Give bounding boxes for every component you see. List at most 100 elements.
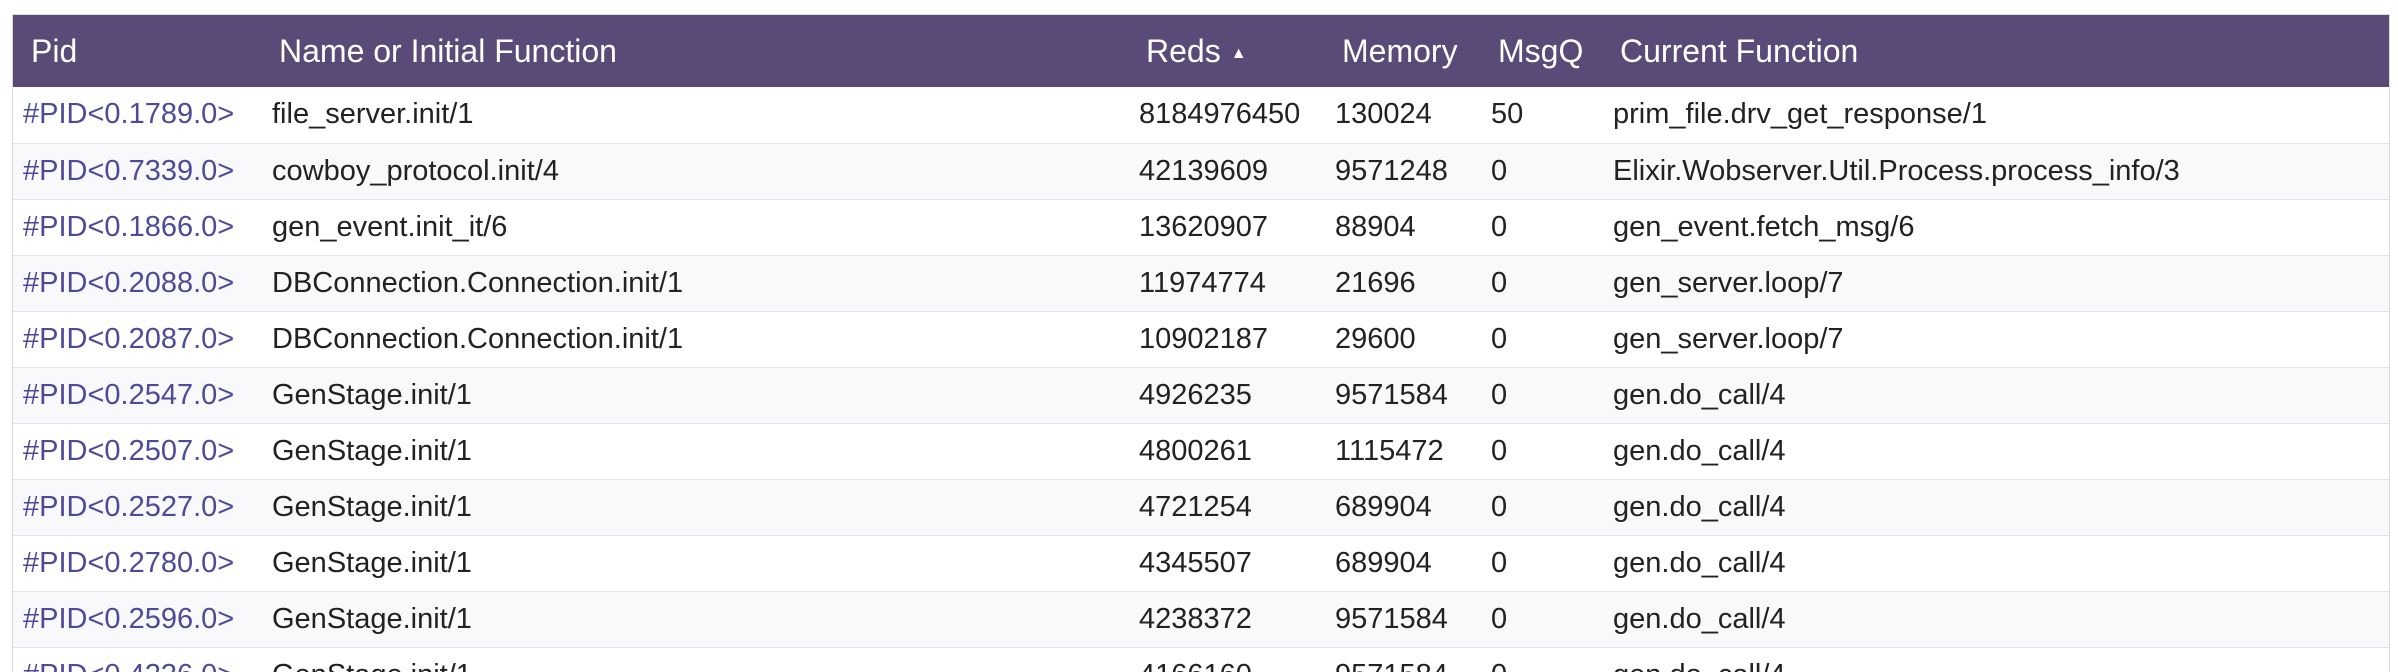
pid-cell: #PID<0.4236.0>	[13, 647, 261, 672]
pid-cell: #PID<0.2780.0>	[13, 535, 261, 591]
msgq-cell: 0	[1491, 602, 1508, 635]
memory-cell: 9571248	[1335, 154, 1448, 187]
name-cell: GenStage.init/1	[272, 490, 472, 523]
name-cell: DBConnection.Connection.init/1	[272, 266, 684, 299]
reds-cell: 4345507	[1139, 546, 1252, 579]
current-function-cell: gen.do_call/4	[1613, 490, 1786, 523]
pid-cell: #PID<0.1789.0>	[13, 87, 261, 143]
column-header-name[interactable]: Name or Initial Function	[261, 15, 1128, 87]
current-function-cell: gen_server.loop/7	[1613, 266, 1844, 299]
current-function-cell: prim_file.drv_get_response/1	[1613, 98, 1987, 131]
pid-cell: #PID<0.2527.0>	[13, 479, 261, 535]
name-cell: DBConnection.Connection.init/1	[272, 322, 684, 355]
name-cell: cowboy_protocol.init/4	[272, 154, 559, 187]
pid-link[interactable]: #PID<0.2527.0>	[23, 491, 234, 523]
current-function-cell: gen.do_call/4	[1602, 647, 2389, 672]
name-cell: GenStage.init/1	[272, 434, 472, 467]
column-header-label: Name or Initial Function	[279, 32, 617, 69]
table-body: #PID<0.1789.0> file_server.init/1 81849764…	[13, 87, 2389, 672]
pid-cell: #PID<0.2547.0>	[13, 367, 261, 423]
pid-cell: #PID<0.2507.0>	[13, 423, 261, 479]
memory-cell: 88904	[1335, 210, 1416, 243]
current-function-cell: gen_server.loop/7	[1613, 322, 1844, 355]
memory-cell: 21696	[1335, 266, 1416, 299]
reds-cell: 10902187	[1139, 322, 1269, 355]
table-row[interactable]: #PID<0.4236.0> GenStage.init/141661609571…	[13, 647, 2389, 672]
table-row[interactable]: #PID<0.2088.0> DBConnection.Connection.in…	[13, 255, 2389, 311]
pid-link[interactable]: #PID<0.2507.0>	[23, 435, 234, 467]
msgq-cell: 0	[1491, 490, 1508, 523]
msgq-cell: 0	[1491, 546, 1508, 579]
pid-cell: #PID<0.2596.0>	[13, 591, 261, 647]
msgq-cell: 0	[1491, 378, 1508, 411]
column-header-label: MsgQ	[1498, 32, 1584, 69]
table-row[interactable]: #PID<0.2596.0> GenStage.init/1 4238372 9571…	[13, 591, 2389, 647]
pid-link[interactable]: #PID<0.2087.0>	[23, 323, 234, 355]
name-cell: gen_event.init_it/6	[272, 210, 508, 243]
msgq-cell: 0	[1491, 434, 1508, 467]
column-header-msgq[interactable]: MsgQ	[1480, 15, 1602, 87]
table-row[interactable]: #PID<0.1866.0> gen_event.init_it/6 1362090…	[13, 199, 2389, 255]
pid-cell: #PID<0.2088.0>	[13, 255, 261, 311]
pid-link[interactable]: #PID<0.4236.0>	[23, 659, 234, 672]
pid-cell: #PID<0.1866.0>	[13, 199, 261, 255]
table-row[interactable]: #PID<0.2527.0> GenStage.init/1 4721254 6899…	[13, 479, 2389, 535]
msgq-cell: 0	[1491, 154, 1508, 187]
reds-cell: 4166160	[1128, 647, 1324, 672]
pid-cell: #PID<0.7339.0>	[13, 143, 261, 199]
table-row[interactable]: #PID<0.2507.0> GenStage.init/1 4800261 1115…	[13, 423, 2389, 479]
sort-ascending-icon: ▲	[1230, 44, 1247, 62]
name-cell: GenStage.init/1	[261, 647, 1128, 672]
table-header: Pid Name or Initial Function Reds ▲ Memor…	[13, 15, 2389, 87]
pid-link[interactable]: #PID<0.7339.0>	[23, 155, 234, 187]
column-header-label: Memory	[1342, 32, 1458, 69]
name-cell: file_server.init/1	[272, 98, 474, 131]
table-row[interactable]: #PID<0.2087.0> DBConnection.Connection.in…	[13, 311, 2389, 367]
reds-cell: 11974774	[1139, 266, 1266, 299]
column-header-pid[interactable]: Pid	[13, 15, 261, 87]
pid-link[interactable]: #PID<0.1866.0>	[23, 211, 234, 243]
table-row[interactable]: #PID<0.1789.0> file_server.init/1 81849764…	[13, 87, 2389, 143]
reds-cell: 4721254	[1139, 490, 1252, 523]
memory-cell: 1115472	[1335, 434, 1444, 467]
msgq-cell: 0	[1491, 266, 1508, 299]
memory-cell: 689904	[1335, 490, 1432, 523]
msgq-cell: 0	[1480, 647, 1602, 672]
current-function-cell: gen_event.fetch_msg/6	[1613, 210, 1915, 243]
header-row: Pid Name or Initial Function Reds ▲ Memor…	[13, 15, 2389, 87]
pid-link[interactable]: #PID<0.2547.0>	[23, 379, 234, 411]
column-header-current-function[interactable]: Current Function	[1602, 15, 2389, 87]
current-function-cell: Elixir.Wobserver.Util.Process.process_in…	[1613, 154, 2180, 187]
reds-cell: 13620907	[1139, 210, 1269, 243]
memory-cell: 29600	[1335, 322, 1416, 355]
table-row[interactable]: #PID<0.7339.0> cowboy_protocol.init/4 4213…	[13, 143, 2389, 199]
memory-cell: 9571584	[1324, 647, 1480, 672]
name-cell: GenStage.init/1	[272, 602, 472, 635]
reds-cell: 8184976450	[1139, 98, 1301, 131]
column-header-label: Reds	[1146, 32, 1221, 69]
process-table: Pid Name or Initial Function Reds ▲ Memor…	[13, 15, 2389, 672]
memory-cell: 9571584	[1335, 602, 1448, 635]
current-function-cell: gen.do_call/4	[1613, 434, 1786, 467]
table-row[interactable]: #PID<0.2547.0> GenStage.init/1 4926235 9571…	[13, 367, 2389, 423]
pid-link[interactable]: #PID<0.2780.0>	[23, 547, 234, 579]
reds-cell: 42139609	[1139, 154, 1269, 187]
column-header-reds[interactable]: Reds ▲	[1128, 15, 1324, 87]
reds-cell: 4800261	[1139, 434, 1252, 467]
pid-link[interactable]: #PID<0.2596.0>	[23, 603, 234, 635]
current-function-cell: gen.do_call/4	[1613, 546, 1786, 579]
pid-link[interactable]: #PID<0.2088.0>	[23, 267, 234, 299]
memory-cell: 130024	[1335, 98, 1432, 131]
column-header-label: Current Function	[1620, 32, 1859, 69]
pid-link[interactable]: #PID<0.1789.0>	[23, 98, 234, 130]
column-header-memory[interactable]: Memory	[1324, 15, 1480, 87]
current-function-cell: gen.do_call/4	[1613, 602, 1786, 635]
msgq-cell: 0	[1491, 210, 1508, 243]
name-cell: GenStage.init/1	[272, 378, 472, 411]
memory-cell: 9571584	[1335, 378, 1448, 411]
process-table-container: Pid Name or Initial Function Reds ▲ Memor…	[12, 14, 2390, 672]
pid-cell: #PID<0.2087.0>	[13, 311, 261, 367]
reds-cell: 4926235	[1139, 378, 1252, 411]
current-function-cell: gen.do_call/4	[1613, 378, 1786, 411]
table-row[interactable]: #PID<0.2780.0> GenStage.init/1 4345507 6899…	[13, 535, 2389, 591]
